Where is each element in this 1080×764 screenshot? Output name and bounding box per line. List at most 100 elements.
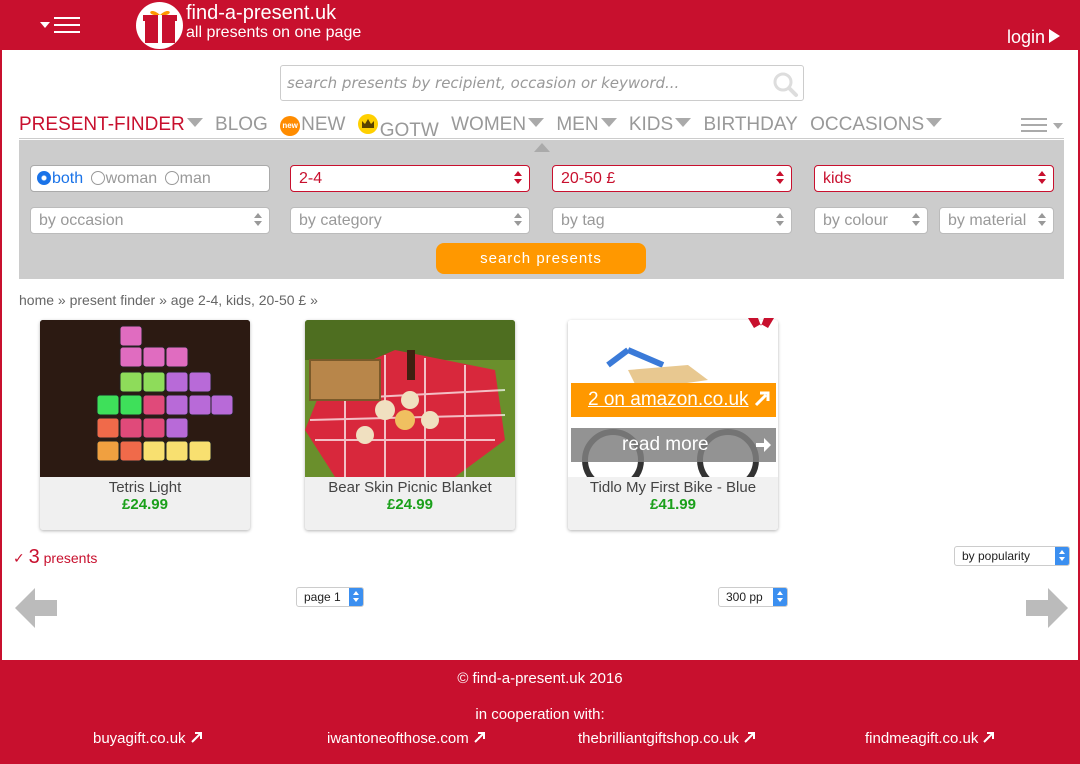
chevron-down-icon: [926, 118, 943, 127]
updown-arrows-icon: [514, 213, 522, 226]
select-value: by tag: [561, 212, 605, 229]
logo[interactable]: [136, 2, 183, 49]
occasion-select[interactable]: by occasion: [30, 207, 270, 234]
footer-link-findmeagift[interactable]: findmeagift.co.uk: [865, 730, 996, 747]
updown-arrows-icon: [1038, 171, 1046, 184]
external-link-icon: [744, 732, 755, 743]
updown-arrows-icon: [514, 171, 522, 184]
nav-item-men[interactable]: MEN: [556, 114, 617, 136]
gender-label: man: [179, 170, 211, 187]
select-value: page 1: [304, 590, 341, 604]
footer-link-label: iwantoneofthose.com: [327, 730, 469, 747]
price-select[interactable]: 20-50 £: [552, 165, 792, 192]
select-value: by material: [948, 212, 1027, 229]
breadcrumb: home » present finder » age 2-4, kids, 2…: [19, 292, 318, 308]
tag-select[interactable]: by tag: [552, 207, 792, 234]
product-card[interactable]: Tetris Light £24.99: [40, 320, 250, 530]
nav-label: BIRTHDAY: [703, 114, 798, 135]
nav-item-new[interactable]: new NEW: [280, 114, 345, 136]
per-page-select[interactable]: 300 pp: [718, 587, 788, 607]
nav-item-birthday[interactable]: BIRTHDAY: [704, 114, 798, 136]
copyright: © find-a-present.uk 2016: [457, 670, 623, 687]
footer-link-iwantoneofthose[interactable]: iwantoneofthose.com: [327, 730, 487, 747]
material-select[interactable]: by material: [939, 207, 1054, 234]
gender-option-both[interactable]: both: [37, 170, 83, 187]
check-icon: ✓: [13, 550, 25, 566]
colour-select[interactable]: by colour: [814, 207, 928, 234]
site-name[interactable]: find-a-present.uk: [186, 2, 336, 24]
read-more-label: read more: [622, 434, 709, 455]
updown-arrows-icon: [773, 588, 787, 606]
ribbon-icon[interactable]: [748, 318, 774, 328]
amazon-link-button[interactable]: 2 on amazon.co.uk: [571, 383, 776, 417]
updown-arrows-icon: [912, 213, 920, 226]
category-select[interactable]: by category: [290, 207, 530, 234]
product-card[interactable]: Tidlo My First Bike - Blue £41.99: [568, 320, 778, 530]
radio-button[interactable]: [37, 171, 51, 185]
select-value: 2-4: [299, 170, 323, 187]
footer-link-thebrilliantgiftshop[interactable]: thebrilliantgiftshop.co.uk: [578, 730, 757, 747]
select-value: 20-50 £: [561, 170, 616, 187]
breadcrumb-current[interactable]: age 2-4, kids, 20-50 £: [171, 292, 306, 308]
nav-item-kids[interactable]: KIDS: [628, 114, 692, 136]
next-page-arrow-icon[interactable]: [1026, 588, 1068, 628]
product-price: £41.99: [650, 496, 696, 513]
footer-link-label: findmeagift.co.uk: [865, 730, 979, 747]
footer-link-buyagift[interactable]: buyagift.co.uk: [93, 730, 204, 747]
page-select[interactable]: page 1: [296, 587, 364, 607]
nav-item-women[interactable]: WOMEN: [451, 114, 545, 136]
nav-label: NEW: [301, 114, 346, 135]
external-link-icon: [190, 732, 202, 743]
product-title[interactable]: Bear Skin Picnic Blanket: [305, 479, 515, 496]
nav-item-present-finder[interactable]: PRESENT-FINDER: [19, 114, 203, 136]
hamburger-icon: [54, 17, 80, 38]
panel-pointer-icon: [534, 143, 550, 152]
nav-label: MEN: [556, 114, 599, 135]
external-link-icon: [983, 732, 995, 743]
product-title[interactable]: Tetris Light: [40, 479, 250, 496]
gender-option-man[interactable]: man: [164, 170, 211, 187]
select-value: by category: [299, 212, 382, 229]
nav-item-blog[interactable]: BLOG: [215, 114, 268, 136]
sort-select[interactable]: by popularity: [954, 546, 1070, 566]
nav-divider: [19, 138, 1064, 139]
nav-label: OCCASIONS: [810, 114, 925, 135]
gender-option-woman[interactable]: woman: [90, 170, 157, 187]
product-title[interactable]: Tidlo My First Bike - Blue: [568, 479, 778, 496]
chevron-down-icon: [528, 118, 545, 127]
footer-link-label: buyagift.co.uk: [93, 730, 186, 747]
footer: © find-a-present.uk 2016 in cooperation …: [0, 660, 1080, 764]
result-count: ✓ 3 presents: [13, 546, 97, 569]
search-icon[interactable]: [771, 70, 799, 98]
prev-page-arrow-icon[interactable]: [15, 588, 57, 628]
select-value: kids: [823, 170, 852, 187]
product-caption: Bear Skin Picnic Blanket £24.99: [305, 477, 515, 530]
breadcrumb-home[interactable]: home: [19, 292, 54, 308]
radio-button[interactable]: [90, 171, 105, 185]
radio-button[interactable]: [164, 171, 179, 185]
recipient-select[interactable]: kids: [814, 165, 1054, 192]
age-select[interactable]: 2-4: [290, 165, 530, 192]
nav-item-occasions[interactable]: OCCASIONS: [810, 114, 943, 136]
select-value: by occasion: [39, 212, 124, 229]
login-link[interactable]: login: [1007, 27, 1060, 48]
nav-more-button[interactable]: [1021, 118, 1065, 136]
search-input[interactable]: [281, 66, 761, 100]
gender-label: both: [52, 170, 84, 187]
read-more-button[interactable]: read more: [571, 428, 776, 462]
updown-arrows-icon: [1055, 547, 1069, 565]
updown-arrows-icon: [1038, 213, 1046, 226]
chevron-down-icon: [675, 118, 692, 127]
breadcrumb-finder[interactable]: present finder: [70, 292, 156, 308]
result-count-label: presents: [43, 550, 98, 566]
nav-label: KIDS: [628, 114, 674, 135]
search-presents-button[interactable]: search presents: [436, 243, 646, 274]
product-image[interactable]: [305, 320, 515, 477]
main-nav: PRESENT-FINDER BLOG new NEW GOTW WOMEN ME…: [19, 114, 949, 141]
amazon-label: 2 on amazon.co.uk: [588, 389, 749, 410]
main-menu-button[interactable]: [38, 16, 84, 36]
product-image[interactable]: [40, 320, 250, 477]
chevron-down-icon: [186, 118, 203, 127]
product-card[interactable]: Bear Skin Picnic Blanket £24.99: [305, 320, 515, 530]
updown-arrows-icon: [254, 213, 262, 226]
